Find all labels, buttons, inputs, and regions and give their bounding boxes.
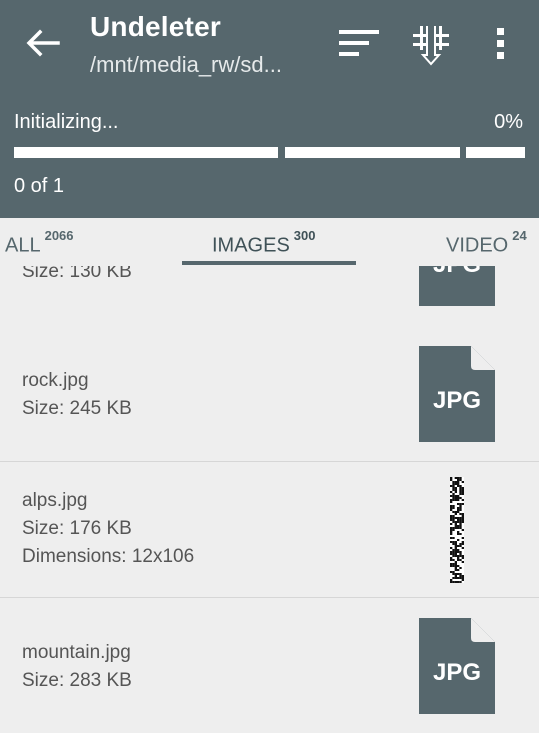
jpg-file-icon: JPG	[419, 346, 495, 442]
jpg-label: JPG	[433, 266, 481, 278]
list-item[interactable]: rock.jpg Size: 245 KB JPG	[0, 326, 539, 462]
jpg-file-icon: JPG	[419, 266, 495, 306]
filter-icon[interactable]	[410, 22, 452, 66]
path-subtitle: /mnt/media_rw/sd...	[90, 52, 282, 77]
tab-images[interactable]: IMAGES 300	[212, 228, 316, 258]
tab-count: 300	[293, 228, 316, 243]
more-options-icon[interactable]	[490, 24, 512, 64]
tab-count: 2066	[44, 228, 74, 243]
file-size: Size: 176 KB	[22, 518, 132, 539]
tab-selected-indicator	[182, 261, 356, 265]
back-arrow-icon[interactable]	[22, 26, 62, 60]
file-size: Size: 283 KB	[22, 670, 132, 691]
file-name: alps.jpg	[22, 490, 88, 511]
progress-percent: 0%	[494, 111, 523, 133]
progress-segment	[466, 147, 525, 158]
image-thumbnail	[450, 477, 464, 583]
progress-bar	[14, 147, 525, 158]
list-item[interactable]: mountain.jpg Size: 283 KB JPG	[0, 598, 539, 733]
status-text: Initializing...	[14, 111, 119, 133]
sort-icon[interactable]	[336, 26, 382, 60]
tab-video[interactable]: VIDEO 24	[446, 228, 527, 258]
app-bar: Undeleter /mnt/media_rw/sd... Initializi…	[0, 0, 539, 218]
list-item[interactable]: Size: 130 KB JPG	[0, 266, 539, 327]
file-size: Size: 245 KB	[22, 398, 132, 419]
progress-count: 0 of 1	[14, 175, 65, 197]
progress-segment	[14, 147, 278, 158]
file-name: mountain.jpg	[22, 642, 131, 663]
tab-all[interactable]: ALL 2066	[5, 228, 74, 258]
tab-label: ALL	[5, 234, 41, 257]
jpg-label: JPG	[433, 387, 481, 414]
tab-label: VIDEO	[446, 234, 509, 257]
list-item[interactable]: alps.jpg Size: 176 KB Dimensions: 12x106	[0, 462, 539, 598]
file-size: Size: 130 KB	[22, 266, 132, 282]
progress-segment	[285, 147, 460, 158]
jpg-label: JPG	[433, 659, 481, 686]
tab-count: 24	[512, 228, 527, 243]
file-name: rock.jpg	[22, 370, 89, 391]
file-list: Size: 130 KB JPG rock.jpg Size: 245 KB J…	[0, 266, 539, 733]
tab-bar: ALL 2066 IMAGES 300 VIDEO 24	[0, 218, 539, 266]
file-dimensions: Dimensions: 12x106	[22, 546, 195, 567]
jpg-file-icon: JPG	[419, 618, 495, 714]
app-title: Undeleter	[90, 11, 221, 42]
tab-label: IMAGES	[212, 234, 290, 257]
